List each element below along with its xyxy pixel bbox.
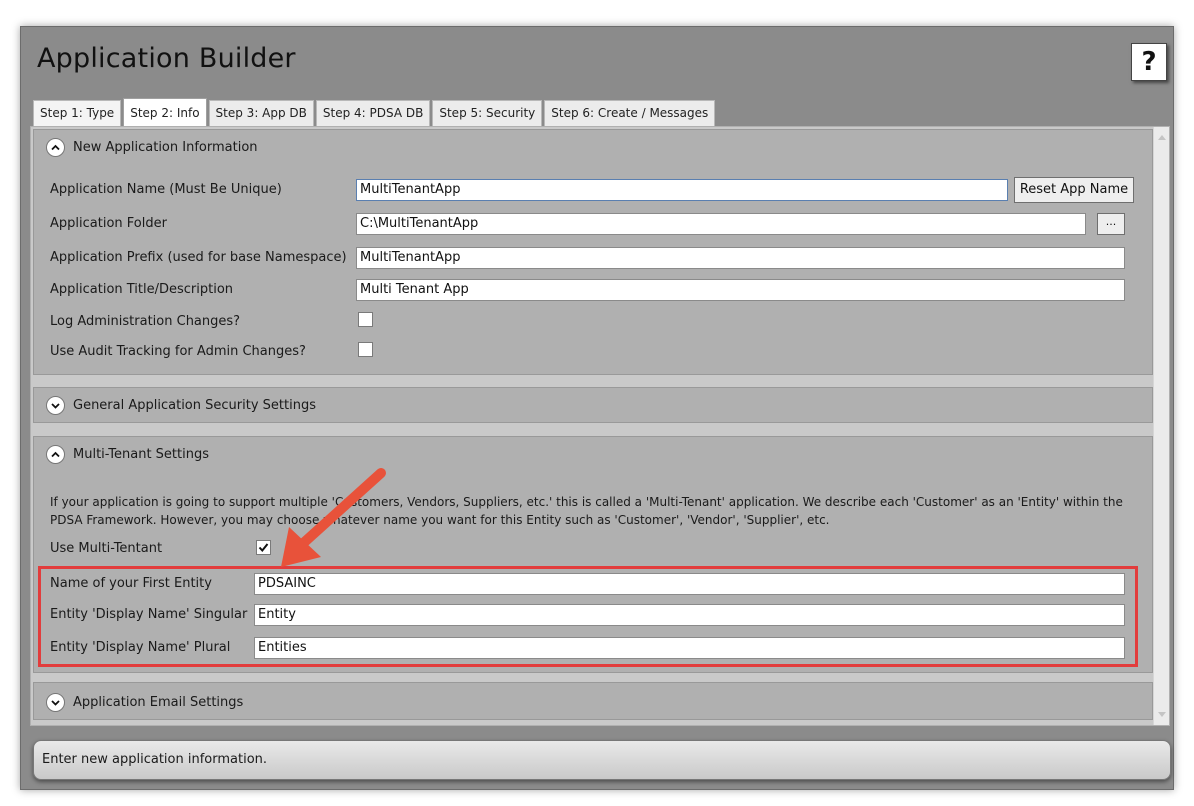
tab-step-5-security[interactable]: Step 5: Security: [432, 100, 543, 126]
app-title-row: Application Title/Description Multi Tena…: [34, 278, 1154, 304]
reset-app-name-button[interactable]: Reset App Name: [1014, 177, 1134, 203]
section-title: Application Email Settings: [73, 694, 244, 710]
multi-tenant-description: If your application is going to support …: [50, 495, 1123, 527]
step-tabs: Step 1: Type Step 2: Info Step 3: App DB…: [33, 98, 717, 126]
audit-tracking-label: Use Audit Tracking for Admin Changes?: [50, 344, 306, 359]
app-name-input[interactable]: MultiTenantApp: [356, 179, 1008, 201]
use-multi-tenant-checkbox[interactable]: [256, 540, 271, 555]
page-title: Application Builder: [37, 43, 296, 74]
app-title-input[interactable]: Multi Tenant App: [356, 279, 1125, 301]
section-title: General Application Security Settings: [73, 397, 316, 413]
log-admin-checkbox[interactable]: [358, 312, 373, 327]
chevron-up-icon[interactable]: [46, 444, 65, 464]
entity-plural-row: Entity 'Display Name' Plural Entities: [34, 636, 1154, 662]
email-settings-section: Application Email Settings: [33, 682, 1153, 720]
first-entity-row: Name of your First Entity PDSAINC: [34, 572, 1154, 598]
checkmark-icon: [258, 543, 269, 553]
section-title: Multi-Tenant Settings: [73, 446, 209, 462]
tab-step-6-create-messages[interactable]: Step 6: Create / Messages: [544, 100, 716, 126]
first-entity-label: Name of your First Entity: [50, 576, 212, 591]
app-title-label: Application Title/Description: [50, 282, 234, 297]
new-app-info-header[interactable]: New Application Information: [34, 130, 1152, 164]
app-folder-input[interactable]: C:\MultiTenantApp: [356, 213, 1086, 235]
help-button[interactable]: ?: [1131, 43, 1167, 81]
audit-tracking-row: Use Audit Tracking for Admin Changes?: [34, 340, 1154, 366]
tab-step-3-app-db[interactable]: Step 3: App DB: [208, 100, 314, 126]
use-multi-tenant-label: Use Multi-Tentant: [50, 541, 163, 556]
use-multi-tenant-row: Use Multi-Tentant: [34, 537, 1154, 563]
section-title: New Application Information: [73, 139, 258, 155]
scroll-down-arrow-icon[interactable]: [1158, 712, 1166, 717]
entity-singular-row: Entity 'Display Name' Singular Entity: [34, 603, 1154, 629]
chevron-down-icon[interactable]: [46, 692, 65, 712]
tab-step-2-info[interactable]: Step 2: Info: [123, 98, 207, 126]
tab-content-panel: New Application Information Application …: [30, 126, 1170, 726]
security-settings-header[interactable]: General Application Security Settings: [34, 388, 1152, 422]
app-folder-label: Application Folder: [50, 216, 167, 231]
app-prefix-row: Application Prefix (used for base Namesp…: [34, 246, 1154, 272]
multi-tenant-header[interactable]: Multi-Tenant Settings: [34, 437, 1152, 471]
multi-tenant-section: Multi-Tenant Settings If your applicatio…: [33, 436, 1153, 673]
chevron-down-icon[interactable]: [46, 395, 65, 415]
app-name-row: Application Name (Must Be Unique) MultiT…: [34, 177, 1154, 204]
app-prefix-input[interactable]: MultiTenantApp: [356, 247, 1125, 269]
tab-step-4-pdsa-db[interactable]: Step 4: PDSA DB: [315, 100, 431, 126]
application-builder-window: Application Builder ? Step 1: Type Step …: [20, 26, 1174, 790]
tab-step-1-type[interactable]: Step 1: Type: [33, 100, 122, 126]
email-settings-header[interactable]: Application Email Settings: [34, 683, 1152, 721]
app-folder-row: Application Folder C:\MultiTenantApp ...: [34, 212, 1154, 238]
app-prefix-label: Application Prefix (used for base Namesp…: [50, 250, 347, 265]
log-admin-label: Log Administration Changes?: [50, 314, 241, 329]
entity-singular-label: Entity 'Display Name' Singular: [50, 607, 248, 622]
entity-singular-input[interactable]: Entity: [254, 604, 1125, 626]
audit-tracking-checkbox[interactable]: [358, 342, 373, 357]
app-name-label: Application Name (Must Be Unique): [50, 182, 282, 197]
scroll-up-arrow-icon[interactable]: [1158, 135, 1166, 140]
entity-plural-input[interactable]: Entities: [254, 637, 1125, 659]
security-settings-section: General Application Security Settings: [33, 387, 1153, 423]
browse-folder-button[interactable]: ...: [1097, 213, 1125, 235]
vertical-scrollbar[interactable]: [1153, 127, 1169, 725]
log-admin-row: Log Administration Changes?: [34, 310, 1154, 336]
annotation-arrow-icon: [281, 468, 386, 567]
new-app-info-section: New Application Information Application …: [33, 129, 1153, 375]
chevron-up-icon[interactable]: [46, 137, 65, 157]
status-bar: Enter new application information.: [33, 740, 1171, 780]
first-entity-input[interactable]: PDSAINC: [254, 573, 1125, 595]
entity-plural-label: Entity 'Display Name' Plural: [50, 640, 231, 655]
